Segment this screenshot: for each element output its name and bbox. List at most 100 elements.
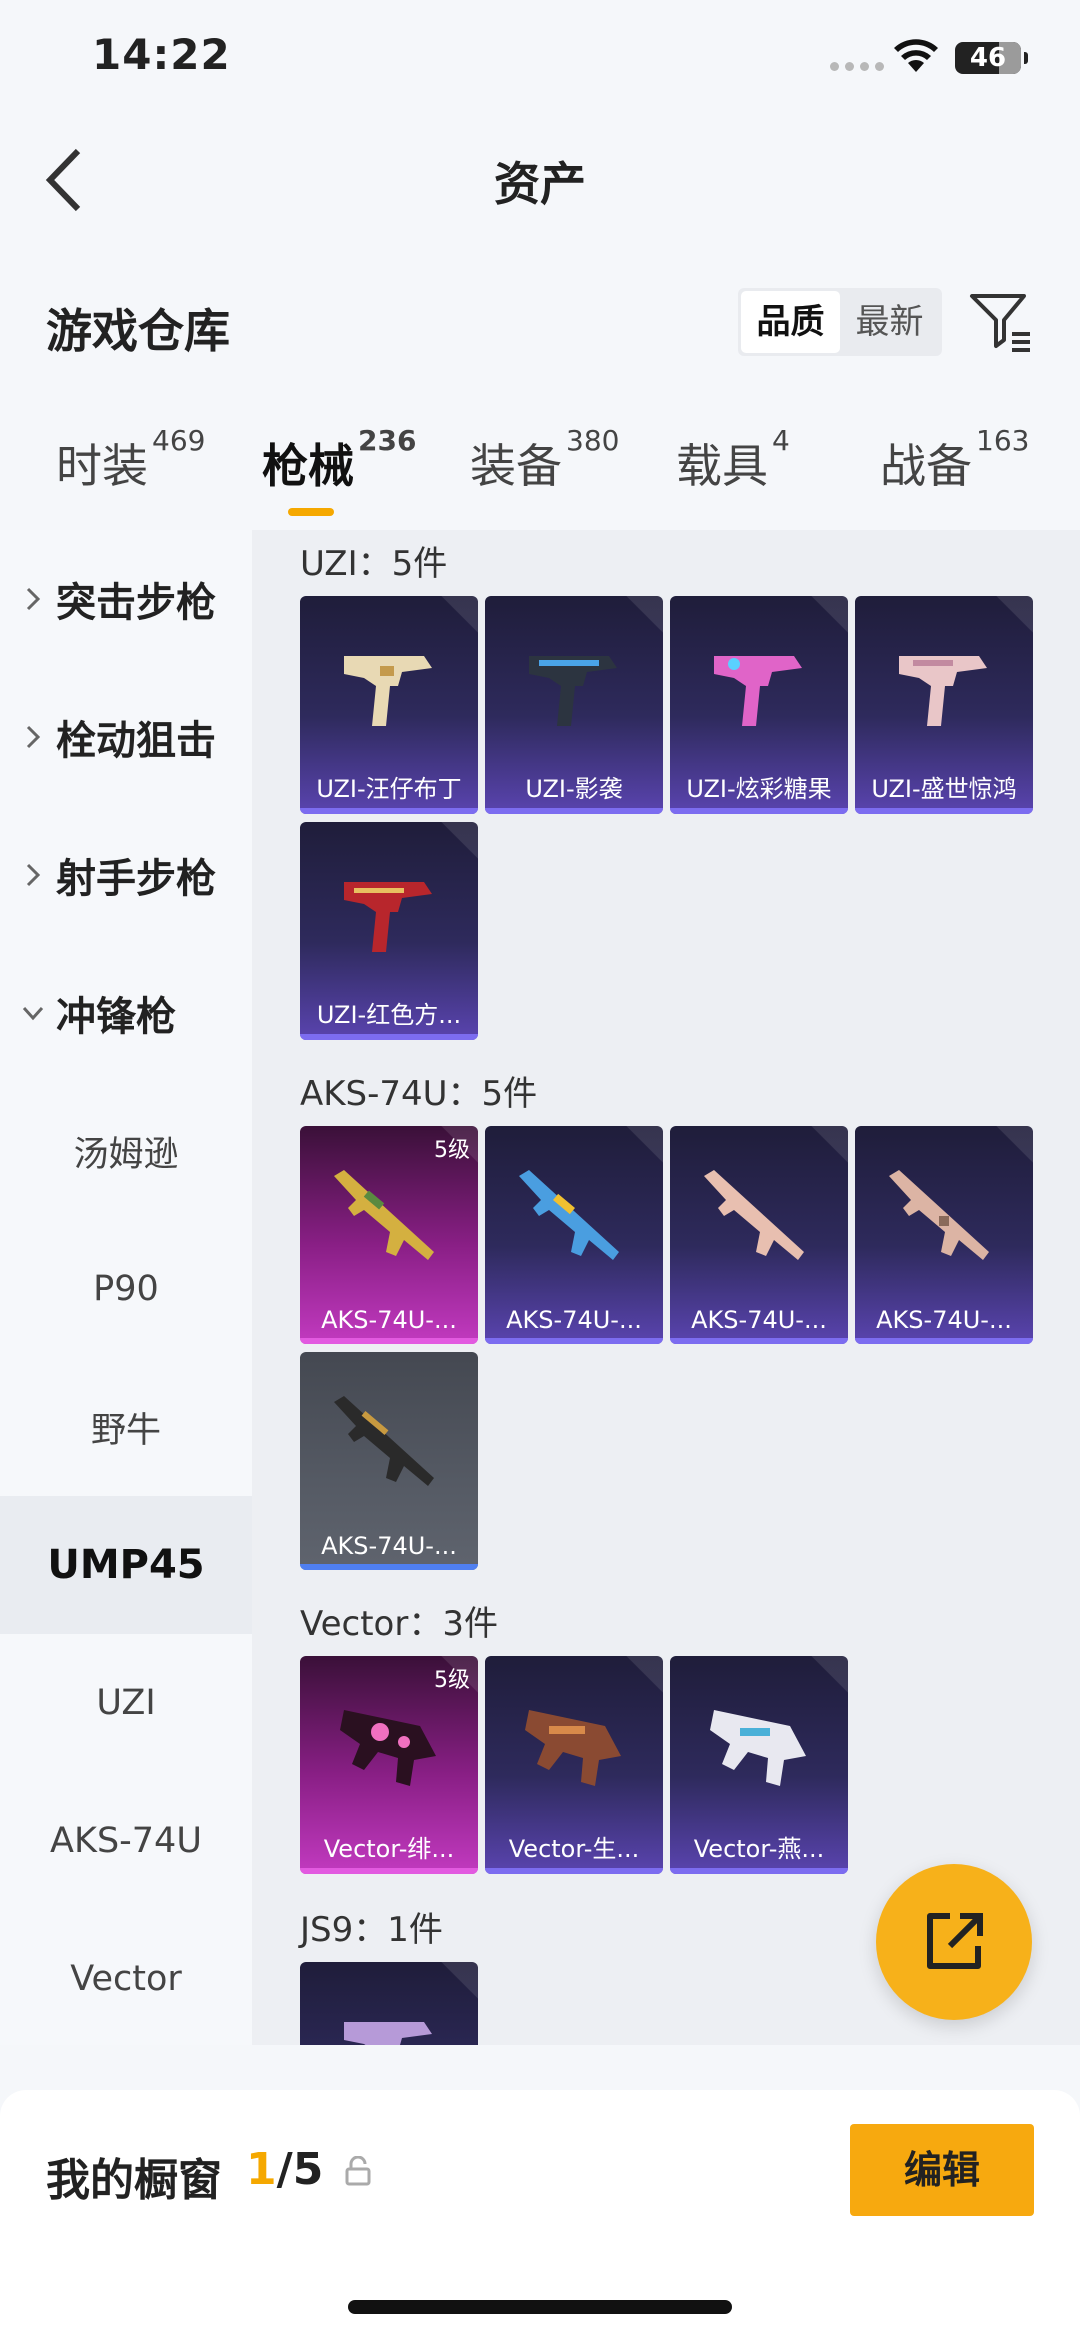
tab-label: 装备 [470, 439, 562, 493]
tab-count: 380 [566, 423, 620, 457]
item-card[interactable]: AKS-74U-... [855, 1126, 1033, 1344]
status-bar: 14:22 46 [0, 0, 1080, 120]
item-card-label: UZI-汪仔布丁 [316, 775, 462, 803]
rifle-skin-icon [889, 1170, 989, 1260]
item-card-label: AKS-74U-... [876, 1306, 1012, 1334]
item-card[interactable]: UZI-红色方... [300, 822, 478, 1040]
page-title: 资产 [494, 157, 586, 211]
item-card-label: UZI-影袭 [525, 775, 623, 803]
item-card[interactable]: UZI-炫彩糖果 [670, 596, 848, 814]
group-title-vector: Vector：3件 [300, 1604, 498, 1644]
sidebar: 突击步枪 栓动狙击 射手步枪 冲锋枪 汤姆逊 P90 野牛 UMP45 UZI … [0, 530, 252, 2045]
item-card[interactable]: Vector-生... [485, 1656, 663, 1874]
item-card-label: Vector-生... [508, 1835, 640, 1863]
item-card[interactable]: 5级 Vector-绯... [300, 1656, 478, 1874]
item-card-label: Vector-绯... [323, 1835, 455, 1863]
vector-skin-icon [340, 1710, 436, 1786]
item-card[interactable]: 5级 AKS-74U-... [300, 1126, 478, 1344]
filter-icon[interactable] [968, 290, 1032, 354]
tab-firearms[interactable]: 枪械 236 [262, 424, 416, 496]
tab-label: 战备 [880, 439, 972, 493]
sidebar-subitem-uzi[interactable]: UZI [0, 1634, 252, 1772]
item-card[interactable] [300, 1962, 478, 2045]
vector-skin-icon [525, 1710, 621, 1786]
wifi-icon [894, 39, 938, 72]
rifle-skin-icon [704, 1170, 804, 1260]
sidebar-subitem-thompson[interactable]: 汤姆逊 [0, 1082, 252, 1220]
chevron-right-icon [26, 587, 41, 611]
sidebar-item-label: 突击步枪 [56, 580, 216, 626]
item-card-label: UZI-炫彩糖果 [686, 775, 832, 803]
sidebar-subitem-vector[interactable]: Vector [0, 1910, 252, 2048]
sidebar-item-bolt-sniper[interactable]: 栓动狙击 [0, 668, 252, 806]
sidebar-item-assault-rifle[interactable]: 突击步枪 [0, 530, 252, 668]
item-card[interactable]: AKS-74U-... [485, 1126, 663, 1344]
sidebar-item-label: 栓动狙击 [56, 718, 216, 764]
cellular-signal-icon [830, 62, 884, 71]
item-card[interactable]: Vector-燕... [670, 1656, 848, 1874]
rifle-skin-icon [334, 1170, 434, 1260]
chevron-right-icon [26, 725, 41, 749]
active-tab-indicator [288, 508, 334, 516]
share-icon [927, 1913, 983, 1969]
tab-label: 时装 [56, 439, 148, 493]
item-card[interactable]: UZI-盛世惊鸿 [855, 596, 1033, 814]
item-card-label: UZI-盛世惊鸿 [871, 775, 1017, 803]
showcase-current: 1 [246, 2144, 277, 2195]
sidebar-subitem-aks74u[interactable]: AKS-74U [0, 1772, 252, 1910]
sidebar-subitem-bizon[interactable]: 野牛 [0, 1358, 252, 1496]
item-card-label: AKS-74U-... [321, 1532, 457, 1560]
smg-skin-icon [714, 656, 802, 726]
sidebar-item-label: 冲锋枪 [56, 994, 176, 1040]
group-title-js9: JS9：1件 [300, 1910, 443, 1950]
category-tabs: 时装 469 枪械 236 装备 380 载具 4 战备 163 [0, 424, 1080, 530]
item-card-label: Vector-燕... [693, 1835, 825, 1863]
item-card-label: AKS-74U-... [506, 1306, 642, 1334]
edit-button[interactable]: 编辑 [850, 2124, 1034, 2216]
rifle-skin-icon [519, 1170, 619, 1260]
status-time: 14:22 [92, 30, 231, 79]
tab-label: 枪械 [262, 439, 354, 493]
item-card-label: AKS-74U-... [691, 1306, 827, 1334]
sort-newest-option[interactable]: 最新 [840, 291, 939, 353]
smg-skin-icon [344, 882, 432, 952]
tab-label: 载具 [676, 439, 768, 493]
share-button[interactable] [876, 1864, 1032, 2020]
smg-skin-icon [529, 656, 617, 726]
item-card[interactable]: AKS-74U-... [300, 1352, 478, 1570]
tab-outfits[interactable]: 时装 469 [56, 424, 205, 496]
sidebar-subitem-ump45[interactable]: UMP45 [0, 1496, 252, 1634]
battery-level: 46 [969, 43, 1007, 73]
showcase-total: /5 [276, 2144, 324, 2195]
item-card-label: UZI-红色方... [316, 1001, 462, 1029]
chevron-down-icon [22, 1006, 44, 1021]
tab-supplies[interactable]: 战备 163 [880, 424, 1029, 496]
sort-quality-option[interactable]: 品质 [741, 291, 840, 353]
item-card[interactable]: UZI-汪仔布丁 [300, 596, 478, 814]
sidebar-item-smg[interactable]: 冲锋枪 [0, 944, 252, 1082]
battery-icon: 46 [955, 42, 1028, 74]
smg-skin-icon [344, 656, 432, 726]
sort-toggle[interactable]: 品质 最新 [738, 288, 942, 356]
item-card-label: AKS-74U-... [321, 1306, 457, 1334]
item-card[interactable]: AKS-74U-... [670, 1126, 848, 1344]
tab-count: 4 [772, 423, 790, 457]
rifle-skin-icon [334, 1396, 434, 1486]
warehouse-title: 游戏仓库 [46, 304, 230, 358]
group-title-aks74u: AKS-74U：5件 [300, 1074, 538, 1114]
sidebar-subitem-p90[interactable]: P90 [0, 1220, 252, 1358]
home-indicator [348, 2300, 732, 2314]
tab-count: 236 [358, 423, 417, 457]
tab-count: 469 [152, 423, 206, 457]
vector-skin-icon [710, 1710, 806, 1786]
sidebar-item-marksman-rifle[interactable]: 射手步枪 [0, 806, 252, 944]
item-card[interactable]: UZI-影袭 [485, 596, 663, 814]
tab-equipment[interactable]: 装备 380 [470, 424, 619, 496]
tab-count: 163 [976, 423, 1030, 457]
lock-icon [345, 2156, 371, 2186]
showcase-count: 1/5 [246, 2144, 323, 2195]
item-grid: UZI：5件 UZI-汪仔布丁 UZI-影袭 UZI-炫彩糖果 UZI-盛世惊鸿… [252, 530, 1080, 2045]
chevron-right-icon [26, 863, 41, 887]
smg-skin-icon [344, 2022, 432, 2045]
tab-vehicles[interactable]: 载具 4 [676, 424, 790, 496]
